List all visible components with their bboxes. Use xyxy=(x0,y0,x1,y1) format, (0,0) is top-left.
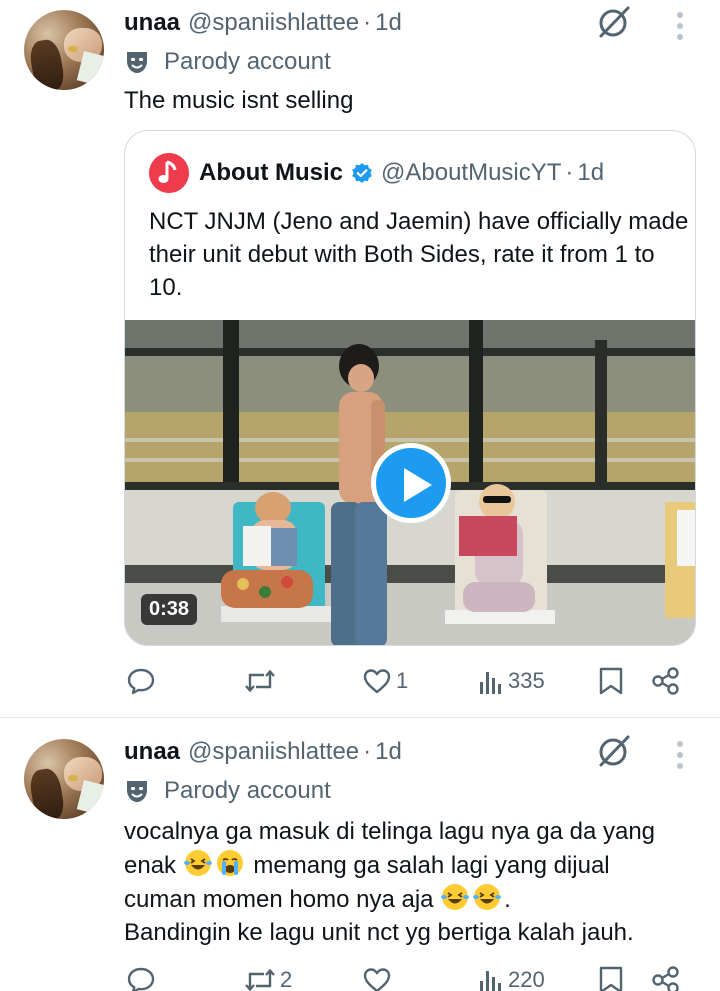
share-button[interactable] xyxy=(652,664,680,698)
share-button[interactable] xyxy=(652,963,680,991)
parody-label-text: Parody account xyxy=(164,777,331,804)
more-icon[interactable] xyxy=(676,741,684,771)
separator-dot: · xyxy=(565,159,574,186)
video-duration: 0:38 xyxy=(141,594,198,625)
user-handle[interactable]: @AboutMusicYT xyxy=(381,159,561,187)
repost-button[interactable]: 2 xyxy=(244,963,292,991)
like-icon xyxy=(363,968,391,991)
reply-icon xyxy=(127,967,155,991)
tweet-text: The music isnt selling xyxy=(124,87,354,114)
repost-icon xyxy=(245,669,275,693)
tweet-header: unaa @spaniishlattee · 1d xyxy=(124,737,402,767)
timestamp[interactable]: 1d xyxy=(375,9,402,37)
grok-icon[interactable] xyxy=(596,733,632,769)
crying-emoji xyxy=(216,850,243,876)
bookmark-button[interactable] xyxy=(598,963,624,991)
reply-button[interactable] xyxy=(126,963,160,991)
laughing-emoji xyxy=(441,884,470,910)
more-icon[interactable] xyxy=(676,12,684,42)
parody-mask-icon xyxy=(127,52,147,73)
views-icon xyxy=(480,971,501,991)
views-icon xyxy=(480,672,501,694)
tweet-header: unaa @spaniishlattee · 1d xyxy=(124,8,402,38)
laughing-emoji xyxy=(473,884,502,910)
tweet-text: vocalnya ga masuk di telinga lagu nya ga… xyxy=(124,815,704,949)
timestamp[interactable]: 1d xyxy=(375,738,402,766)
reply-button[interactable] xyxy=(126,664,160,698)
share-icon xyxy=(652,966,679,991)
avatar[interactable] xyxy=(24,739,104,819)
separator-dot: · xyxy=(363,738,372,765)
separator-dot: · xyxy=(363,9,372,36)
avatar[interactable] xyxy=(24,10,104,90)
quoted-tweet[interactable]: About Music @AboutMusicYT · 1d NCT JNJM … xyxy=(124,130,696,646)
parody-label: Parody account xyxy=(124,47,331,77)
verified-icon xyxy=(352,163,372,183)
quoted-tweet-header: About Music @AboutMusicYT · 1d xyxy=(199,158,604,188)
grok-icon[interactable] xyxy=(596,4,632,40)
tweet[interactable]: unaa @spaniishlattee · 1d Parody account… xyxy=(0,0,720,718)
repost-icon xyxy=(245,968,275,991)
tweet-actions: 2 220 xyxy=(0,963,720,991)
timestamp[interactable]: 1d xyxy=(577,159,604,187)
user-handle[interactable]: @spaniishlattee xyxy=(188,738,359,766)
reply-icon xyxy=(127,668,155,695)
view-count: 220 xyxy=(508,967,545,991)
display-name[interactable]: unaa xyxy=(124,738,180,766)
tweet-text-line: vocalnya ga masuk di telinga lagu nya ga… xyxy=(124,818,656,845)
tweet-text-line: enak memang ga salah lagi yang dijual xyxy=(124,848,704,882)
tweet-text-line: cuman momen homo nya aja . xyxy=(124,882,704,916)
parody-label-text: Parody account xyxy=(164,48,331,75)
display-name[interactable]: unaa xyxy=(124,9,180,37)
parody-label: Parody account xyxy=(124,776,331,806)
user-handle[interactable]: @spaniishlattee xyxy=(188,9,359,37)
like-count: 1 xyxy=(396,668,409,693)
like-button[interactable] xyxy=(362,963,396,991)
share-icon xyxy=(652,667,679,695)
repost-count: 2 xyxy=(280,967,293,991)
views-button[interactable]: 335 xyxy=(478,664,545,698)
tweet-divider xyxy=(0,717,720,718)
display-name[interactable]: About Music xyxy=(199,159,343,187)
views-button[interactable]: 220 xyxy=(478,963,545,991)
like-icon xyxy=(363,669,391,694)
tweet[interactable]: unaa @spaniishlattee · 1d Parody account… xyxy=(0,719,720,991)
video-player[interactable]: 0:38 xyxy=(125,320,695,645)
play-icon[interactable] xyxy=(371,443,451,523)
quoted-tweet-text: NCT JNJM (Jeno and Jaemin) have official… xyxy=(149,208,689,301)
laughing-emoji xyxy=(183,850,212,876)
bookmark-icon xyxy=(599,667,623,695)
bookmark-button[interactable] xyxy=(598,664,624,698)
view-count: 335 xyxy=(508,668,545,693)
parody-mask-icon xyxy=(127,781,147,802)
tweet-text-line: Bandingin ke lagu unit nct yg bertiga ka… xyxy=(124,919,634,946)
like-button[interactable]: 1 xyxy=(362,664,408,698)
repost-button[interactable] xyxy=(244,664,280,698)
tweet-actions: 1 335 xyxy=(0,664,720,704)
about-music-avatar[interactable] xyxy=(149,153,189,193)
bookmark-icon xyxy=(599,966,623,991)
